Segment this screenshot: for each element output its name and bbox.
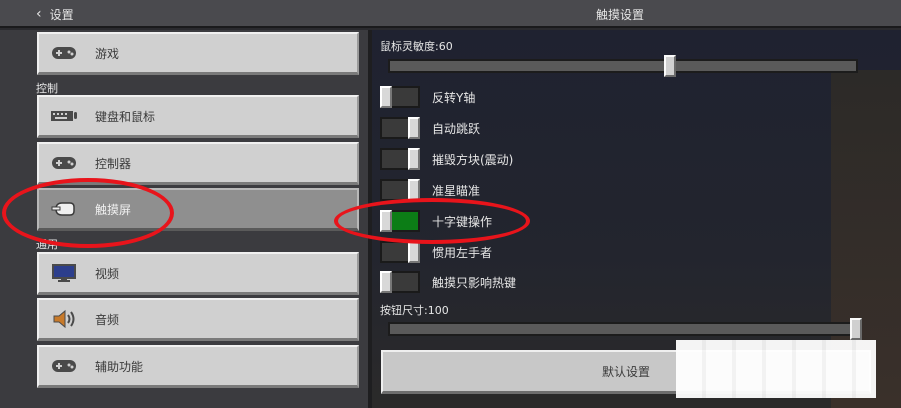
dpad-toggle[interactable]: [380, 210, 420, 232]
toggle-knob: [380, 86, 392, 108]
toggle-row-dpad[interactable]: 十字键操作: [380, 209, 492, 233]
toggle-label: 准星瞄准: [432, 183, 481, 198]
toggle-label: 十字键操作: [432, 214, 493, 229]
nav-item-keyboard-mouse[interactable]: 键盘和鼠标: [37, 95, 359, 138]
invert-y-toggle[interactable]: [380, 86, 420, 108]
back-label: 设置: [49, 7, 74, 22]
default-settings-label: 默认设置: [601, 365, 650, 379]
toggle-label: 自动跳跃: [432, 121, 481, 136]
toggle-row-invert-y[interactable]: 反转Y轴: [380, 85, 475, 109]
nav-item-controller[interactable]: 控制器: [37, 142, 359, 185]
section-label-general: 通用: [36, 238, 58, 251]
toggle-row-left-handed[interactable]: 惯用左手者: [380, 240, 492, 264]
gamepad-icon: [49, 43, 79, 63]
toggle-label: 触摸只影响热键: [432, 275, 517, 290]
nav-item-accessibility[interactable]: 辅助功能: [37, 345, 359, 388]
speaker-icon: [49, 309, 79, 329]
toggle-row-crosshair[interactable]: 准星瞄准: [380, 178, 480, 202]
toggle-knob: [380, 210, 392, 232]
page-title: 触摸设置: [595, 8, 644, 22]
nav-item-game[interactable]: 游戏: [37, 32, 359, 75]
mouse-sensitivity-slider[interactable]: [388, 55, 858, 77]
toggle-label: 摧毁方块(震动): [432, 152, 514, 167]
monitor-icon: [49, 263, 79, 283]
section-label-controls: 控制: [36, 82, 58, 95]
nav-item-label: 控制器: [95, 156, 132, 171]
toggle-label: 惯用左手者: [432, 245, 493, 260]
title-bar: ‹ 设置 触摸设置: [0, 0, 901, 28]
touch-hotbar-toggle[interactable]: [380, 271, 420, 293]
toggle-knob: [408, 241, 420, 263]
nav-item-video[interactable]: 视频: [37, 252, 359, 295]
slider-thumb[interactable]: [850, 318, 862, 340]
nav-item-label: 辅助功能: [95, 359, 144, 374]
nav-item-touchscreen[interactable]: 触摸屏: [37, 188, 359, 231]
toggle-knob: [408, 117, 420, 139]
destroy-vibration-toggle[interactable]: [380, 148, 420, 170]
button-size-slider[interactable]: [388, 318, 862, 340]
touch-hand-icon: [49, 199, 79, 219]
keyboard-icon: [49, 106, 79, 126]
slider-thumb[interactable]: [664, 55, 676, 77]
toggle-row-touch-hotbar[interactable]: 触摸只影响热键: [380, 270, 516, 294]
toggle-label: 反转Y轴: [432, 90, 476, 105]
nav-item-label: 音频: [95, 312, 120, 327]
mouse-sensitivity-label: 鼠标灵敏度:60: [380, 40, 453, 53]
back-button[interactable]: ‹ 设置: [36, 5, 74, 23]
nav-item-audio[interactable]: 音频: [37, 298, 359, 341]
toggle-knob: [408, 179, 420, 201]
toggle-row-destroy-vibration[interactable]: 摧毁方块(震动): [380, 147, 513, 171]
nav-item-label: 视频: [95, 266, 120, 281]
controller-icon: [49, 153, 79, 173]
nav-item-label: 游戏: [95, 46, 120, 61]
chevron-left-icon: ‹: [36, 6, 42, 22]
toggle-knob: [408, 148, 420, 170]
button-size-label: 按钮尺寸:100: [380, 304, 449, 317]
left-handed-toggle[interactable]: [380, 241, 420, 263]
nav-item-label: 触摸屏: [95, 202, 132, 217]
auto-jump-toggle[interactable]: [380, 117, 420, 139]
nav-item-label: 键盘和鼠标: [95, 109, 156, 124]
toggle-row-auto-jump[interactable]: 自动跳跃: [380, 116, 480, 140]
toggle-knob: [380, 271, 392, 293]
watermark-block: [676, 340, 876, 398]
crosshair-toggle[interactable]: [380, 179, 420, 201]
accessibility-gamepad-icon: [49, 356, 79, 376]
